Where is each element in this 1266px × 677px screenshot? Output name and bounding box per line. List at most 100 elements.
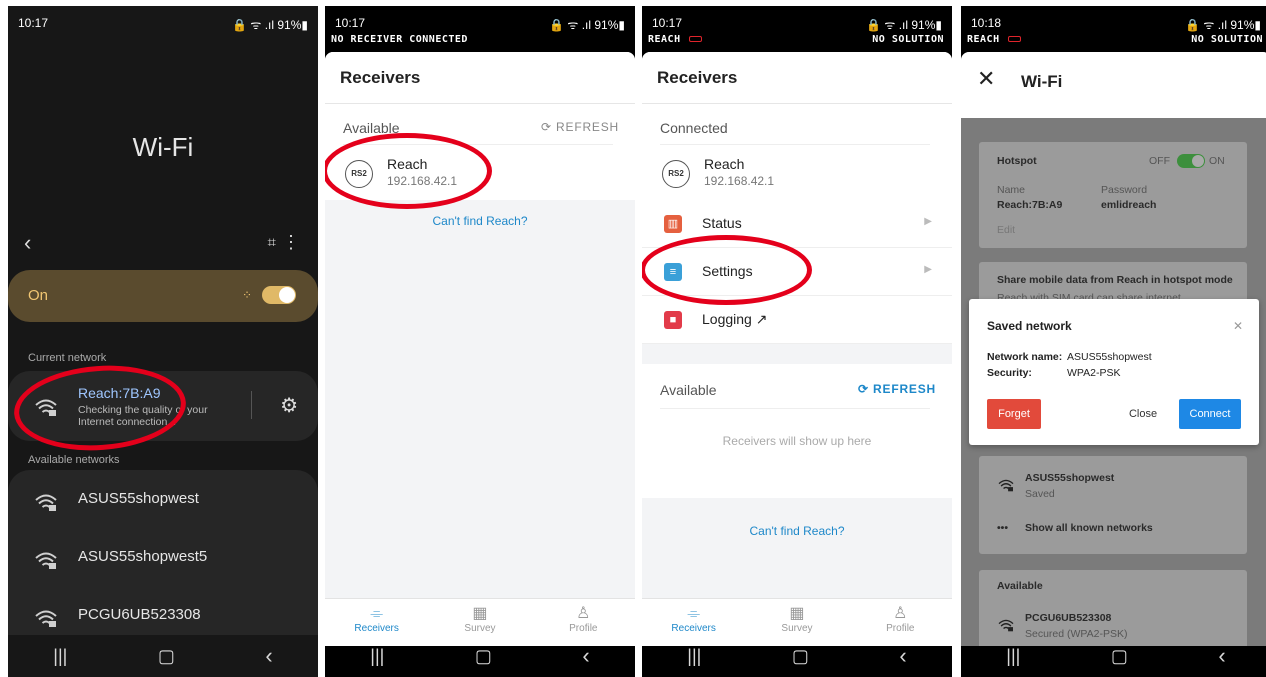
system-nav-bar: ||| ▢ ‹ <box>325 635 635 677</box>
connected-label: Connected <box>660 120 728 136</box>
back-nav-icon[interactable]: ‹ <box>265 643 272 669</box>
reach-wifi-screen: 10:18 🔒 ᯤ .ıl 91%▮ REACH NO SOLUTION ✕ W… <box>961 6 1266 677</box>
app-content: Receivers Connected RS2 Reach 192.168.42… <box>642 52 952 646</box>
home-icon[interactable]: ▢ <box>475 646 492 667</box>
gear-icon[interactable]: ⚙ <box>280 393 298 418</box>
solution-status: NO SOLUTION <box>1191 34 1263 45</box>
close-button[interactable]: Close <box>1125 399 1161 429</box>
profile-user-icon: ♙ <box>893 605 908 622</box>
system-nav-bar: ||| ▢ ‹ <box>642 635 952 677</box>
home-icon[interactable]: ▢ <box>1111 646 1128 667</box>
menu-logging[interactable]: ■ Logging ↗ <box>642 296 952 344</box>
cant-find-link[interactable]: Can't find Reach? <box>642 524 952 538</box>
tab-label: Profile <box>569 623 598 634</box>
receiver-banner-label: REACH <box>967 34 1000 45</box>
wifi-lock-icon <box>35 494 57 511</box>
divider <box>660 408 930 409</box>
back-nav-icon[interactable]: ‹ <box>1218 643 1225 669</box>
home-icon[interactable]: ▢ <box>792 646 809 667</box>
receiver-item[interactable]: RS2 Reach 192.168.42.1 <box>325 146 635 200</box>
available-network-name: PCGU6UB523308 <box>1025 612 1112 624</box>
tab-label: Survey <box>781 623 813 634</box>
forget-button[interactable]: Forget <box>987 399 1041 429</box>
app-header: ✕ Wi-Fi <box>961 52 1266 118</box>
back-nav-icon[interactable]: ‹ <box>899 643 906 669</box>
home-icon[interactable]: ▢ <box>158 646 175 667</box>
wifi-toggle[interactable] <box>262 286 296 304</box>
menu-status[interactable]: ▥ Status ▶ <box>642 200 952 248</box>
app-header: Receivers <box>325 52 635 104</box>
recents-icon[interactable]: ||| <box>370 646 384 667</box>
wifi-lock-icon <box>35 552 57 569</box>
close-icon[interactable]: ✕ <box>1233 319 1243 333</box>
survey-map-icon: ▦ <box>789 605 805 622</box>
hotspot-name: Reach:7B:A9 <box>997 199 1063 211</box>
rs2-icon: RS2 <box>662 160 690 188</box>
status-time: 10:17 <box>652 16 683 30</box>
tab-label: Survey <box>464 623 496 634</box>
network-item[interactable]: ASUS55shopwest5 <box>8 530 318 586</box>
connected-section: Connected RS2 Reach 192.168.42.1 <box>642 104 952 200</box>
receivers-screen-connected: 10:17 🔒 ᯤ .ıl 91%▮ REACH NO SOLUTION Rec… <box>642 6 952 677</box>
back-icon[interactable]: ‹ <box>24 230 31 256</box>
close-icon[interactable]: ✕ <box>977 66 995 92</box>
hotspot-off-label: OFF <box>1149 155 1170 167</box>
menu-label: Logging ↗ <box>702 311 768 327</box>
wifi-toggle-row[interactable]: On ⁘ <box>8 270 318 322</box>
status-icons: 🔒 ᯤ .ıl 91%▮ <box>232 18 308 32</box>
system-nav-bar: ||| ▢ ‹ <box>8 635 318 677</box>
chevron-right-icon: ▶ <box>924 264 932 275</box>
menu-label: Settings <box>702 263 753 279</box>
edit-link[interactable]: Edit <box>997 224 1015 236</box>
back-nav-icon[interactable]: ‹ <box>582 643 589 669</box>
system-nav-bar: ||| ▢ ‹ <box>961 635 1266 677</box>
available-label: Available <box>343 120 400 136</box>
cant-find-link[interactable]: Can't find Reach? <box>325 214 635 228</box>
dialog-title: Saved network <box>987 319 1072 333</box>
password-label: Password <box>1101 184 1148 196</box>
more-options-icon[interactable]: ⋮ <box>282 232 300 253</box>
toolbar: ‹ ⌗ ⋮ <box>8 230 318 260</box>
hotspot-toggle[interactable] <box>1177 154 1205 168</box>
saved-network-name: ASUS55shopwest <box>1025 472 1115 484</box>
known-networks-card: ASUS55shopwest Saved ••• Show all known … <box>979 456 1247 554</box>
receiver-name: Reach <box>704 156 745 172</box>
status-icons: 🔒 ᯤ .ıl 91%▮ <box>549 18 625 32</box>
receiver-item[interactable]: RS2 Reach 192.168.42.1 <box>642 146 952 200</box>
saved-network-status: Saved <box>1025 488 1055 500</box>
show-all-label: Show all known networks <box>1025 522 1153 534</box>
wifi-lock-icon <box>35 399 57 416</box>
app-content: Receivers Available ⟳ REFRESH RS2 Reach … <box>325 52 635 646</box>
connect-button[interactable]: Connect <box>1179 399 1241 429</box>
tab-label: Receivers <box>671 623 716 634</box>
page-title: Wi-Fi <box>1021 72 1063 91</box>
show-all-networks[interactable]: ••• Show all known networks <box>979 516 1247 546</box>
refresh-button[interactable]: ⟳ REFRESH <box>858 382 936 396</box>
recents-icon[interactable]: ||| <box>1006 646 1020 667</box>
receiver-ip: 192.168.42.1 <box>387 174 458 188</box>
refresh-button[interactable]: ⟳ REFRESH <box>541 120 619 134</box>
status-time: 10:17 <box>335 16 366 30</box>
settings-sliders-icon: ≡ <box>664 263 682 281</box>
name-label: Name <box>997 184 1026 196</box>
current-network-name: Reach:7B:A9 <box>78 385 161 401</box>
recents-icon[interactable]: ||| <box>53 646 67 667</box>
recents-icon[interactable]: ||| <box>687 646 701 667</box>
status-icons: 🔒 ᯤ .ıl 91%▮ <box>866 18 942 32</box>
network-item[interactable]: ASUS55shopwest <box>8 472 318 528</box>
available-networks-list: ASUS55shopwest ASUS55shopwest5 PCGU6UB52… <box>8 470 318 640</box>
security-label: Security: <box>987 367 1032 379</box>
qr-scan-icon[interactable]: ⌗ <box>268 234 276 251</box>
hotspot-card: Hotspot OFF ON Name Reach:7B:A9 Password… <box>979 142 1247 248</box>
menu-settings[interactable]: ≡ Settings ▶ <box>642 248 952 296</box>
solution-status: NO SOLUTION <box>872 34 944 45</box>
survey-map-icon: ▦ <box>472 605 488 622</box>
status-bar: 10:18 🔒 ᯤ .ıl 91%▮ REACH NO SOLUTION <box>961 6 1266 48</box>
current-network-card[interactable]: Reach:7B:A9 Checking the quality of your… <box>8 371 318 441</box>
menu-label: Status <box>702 215 742 231</box>
saved-network-item[interactable]: ASUS55shopwest Saved <box>979 464 1247 508</box>
hotspot-password: emlidreach <box>1101 199 1157 211</box>
receivers-antenna-icon: ⌯ <box>370 605 384 622</box>
wifi-lock-icon <box>998 619 1014 632</box>
receivers-screen-disconnected: 10:17 🔒 ᯤ .ıl 91%▮ NO RECEIVER CONNECTED… <box>325 6 635 677</box>
